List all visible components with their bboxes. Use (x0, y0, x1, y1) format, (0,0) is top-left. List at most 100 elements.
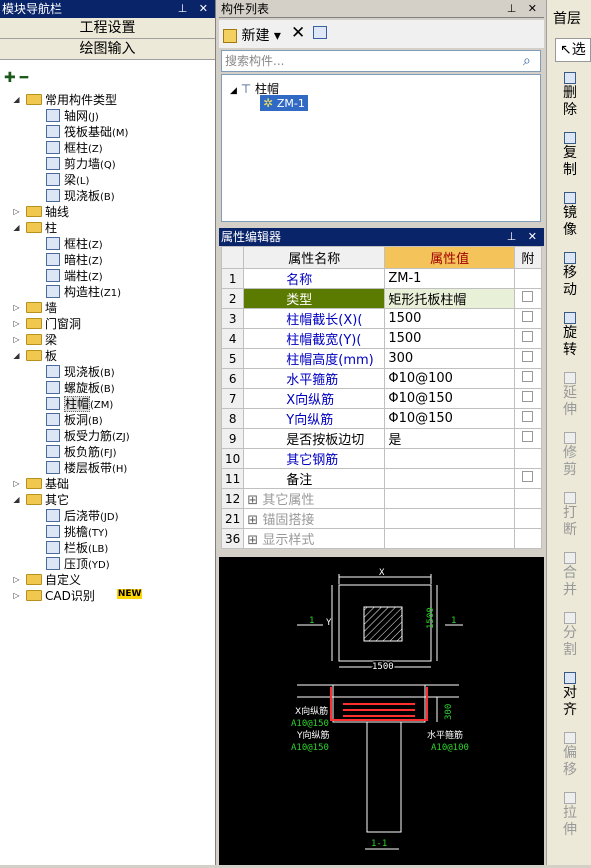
tree-folder[interactable]: ◢ 板 (12, 348, 57, 364)
tree-folder[interactable]: ◢ 常用构件类型 (12, 92, 117, 108)
tree-item[interactable]: 栏板(LB) (46, 540, 108, 556)
copy-component-icon[interactable] (313, 26, 327, 39)
collapse-arrow-icon[interactable]: ◢ (230, 86, 237, 96)
property-value[interactable]: 矩形托板柱帽 (384, 288, 515, 309)
property-value[interactable] (384, 468, 515, 489)
tree-item[interactable]: 板受力筋(ZJ) (46, 428, 130, 444)
property-value[interactable] (384, 448, 515, 469)
attached-checkbox[interactable] (522, 411, 534, 422)
property-value[interactable] (384, 508, 515, 529)
attached-checkbox[interactable] (522, 311, 534, 322)
property-row[interactable]: 2 类型 矩形托板柱帽 (220, 288, 543, 309)
collapse-arrow-icon[interactable]: ◢ (12, 496, 21, 505)
trim-button[interactable]: 修剪 (550, 432, 590, 479)
tree-item[interactable]: 现浇板(B) (46, 364, 115, 380)
attached-checkbox[interactable] (522, 351, 534, 362)
merge-button[interactable]: 合并 (550, 552, 590, 599)
move-button[interactable]: 移动 (550, 252, 590, 299)
tree-item[interactable]: 暗柱(Z) (46, 252, 103, 268)
expand-arrow-icon[interactable]: ▷ (12, 304, 21, 313)
expand-all-icon[interactable]: ✚ (4, 70, 16, 86)
tree-item[interactable]: 螺旋板(B) (46, 380, 115, 396)
tree-item[interactable]: 挑檐(TY) (46, 524, 108, 540)
property-value[interactable] (384, 488, 515, 509)
tree-item[interactable]: 梁(L) (46, 172, 89, 188)
new-button[interactable]: 新建 ▾ (223, 25, 281, 45)
project-settings-button[interactable]: 工程设置 (0, 18, 215, 39)
tree-folder[interactable]: ◢ 柱 (12, 220, 57, 236)
floor-tab[interactable]: 首层 (553, 8, 581, 28)
component-item-zm1[interactable]: ✲ ZM-1 (260, 95, 308, 111)
copy-button[interactable]: 复制 (550, 132, 590, 179)
expand-arrow-icon[interactable]: ▷ (12, 480, 21, 489)
tree-item[interactable]: 板洞(B) (46, 412, 103, 428)
expand-arrow-icon[interactable]: ▷ (12, 336, 21, 345)
property-row[interactable]: 8 Y向纵筋 Φ10@150 (220, 408, 543, 429)
tree-item[interactable]: 构造柱(Z1) (46, 284, 121, 300)
search-icon[interactable]: ⌕ (523, 53, 531, 69)
property-row[interactable]: 21 ⊞ 锚固搭接 (220, 508, 543, 529)
property-value[interactable]: ZM-1 (384, 268, 515, 289)
tree-folder[interactable]: ▷ 墙 (12, 300, 57, 316)
tree-item[interactable]: 柱帽(ZM) (46, 396, 113, 412)
search-input[interactable]: 搜索构件... (221, 50, 541, 72)
expand-arrow-icon[interactable]: ▷ (12, 208, 21, 217)
tree-folder[interactable]: ◢ 其它 (12, 492, 69, 508)
property-row[interactable]: 5 柱帽高度(mm) 300 (220, 348, 543, 369)
attached-checkbox[interactable] (522, 471, 534, 482)
property-row[interactable]: 10 其它钢筋 (220, 448, 543, 469)
property-row[interactable]: 3 柱帽截长(X)(1500 (220, 308, 543, 329)
attached-checkbox[interactable] (522, 391, 534, 402)
close-icon[interactable]: ✕ (528, 230, 541, 243)
tree-item[interactable]: 楼层板带(H) (46, 460, 127, 476)
tree-folder[interactable]: ▷ 基础 (12, 476, 69, 492)
property-value[interactable]: Φ10@150 (384, 388, 515, 409)
collapse-arrow-icon[interactable]: ◢ (12, 224, 21, 233)
attached-checkbox[interactable] (522, 291, 534, 302)
tree-folder[interactable]: ▷ 门窗洞 (12, 316, 81, 332)
extend-button[interactable]: 延伸 (550, 372, 590, 419)
stretch-button[interactable]: 拉伸 (550, 792, 590, 839)
property-row[interactable]: 4 柱帽截宽(Y)(1500 (220, 328, 543, 349)
property-value[interactable]: 是 (384, 428, 515, 449)
property-row[interactable]: 12 ⊞ 其它属性 (220, 488, 543, 509)
expand-plus-icon[interactable]: ⊞ (247, 493, 262, 508)
property-row[interactable]: 9 是否按板边切 是 (220, 428, 543, 449)
expand-arrow-icon[interactable]: ▷ (12, 576, 21, 585)
property-row[interactable]: 6 水平箍筋 Φ10@100 (220, 368, 543, 389)
collapse-arrow-icon[interactable]: ◢ (12, 96, 21, 105)
break-button[interactable]: 打断 (550, 492, 590, 539)
property-value[interactable]: 300 (384, 348, 515, 369)
property-value[interactable]: 1500 (384, 328, 515, 349)
pin-icon[interactable]: ⊥ (507, 230, 521, 243)
delete-button[interactable]: 删除 (550, 72, 590, 119)
tree-item[interactable]: 端柱(Z) (46, 268, 103, 284)
offset-button[interactable]: 偏移 (550, 732, 590, 779)
property-row[interactable]: 7 X向纵筋 Φ10@150 (220, 388, 543, 409)
delete-x-icon[interactable]: ✕ (291, 23, 305, 43)
property-row[interactable]: 11 备注 (220, 468, 543, 489)
tree-item[interactable]: 轴网(J) (46, 108, 99, 124)
property-value[interactable]: Φ10@150 (384, 408, 515, 429)
tree-item[interactable]: 筏板基础(M) (46, 124, 128, 140)
attached-checkbox[interactable] (522, 431, 534, 442)
tree-item[interactable]: 现浇板(B) (46, 188, 115, 204)
tree-folder[interactable]: ▷ 梁 (12, 332, 57, 348)
tree-item[interactable]: 框柱(Z) (46, 236, 103, 252)
close-icon[interactable]: ✕ (528, 2, 541, 15)
expand-arrow-icon[interactable]: ▷ (12, 320, 21, 329)
close-icon[interactable]: ✕ (199, 2, 212, 15)
tree-folder[interactable]: ▷ CAD识别 NEW (13, 588, 143, 604)
tree-item[interactable]: 压顶(YD) (46, 556, 110, 572)
split-button[interactable]: 分割 (550, 612, 590, 659)
tree-item[interactable]: 后浇带(JD) (46, 508, 118, 524)
align-button[interactable]: 对齐 (550, 672, 590, 719)
property-value[interactable]: Φ10@100 (384, 368, 515, 389)
select-tool[interactable]: ↖选 (555, 38, 591, 62)
property-value[interactable] (384, 528, 515, 549)
pin-icon[interactable]: ⊥ (507, 2, 521, 15)
tree-folder[interactable]: ▷ 自定义 (12, 572, 81, 588)
expand-plus-icon[interactable]: ⊞ (247, 513, 262, 528)
draw-input-button[interactable]: 绘图输入 (0, 39, 215, 60)
collapse-arrow-icon[interactable]: ◢ (12, 352, 21, 361)
